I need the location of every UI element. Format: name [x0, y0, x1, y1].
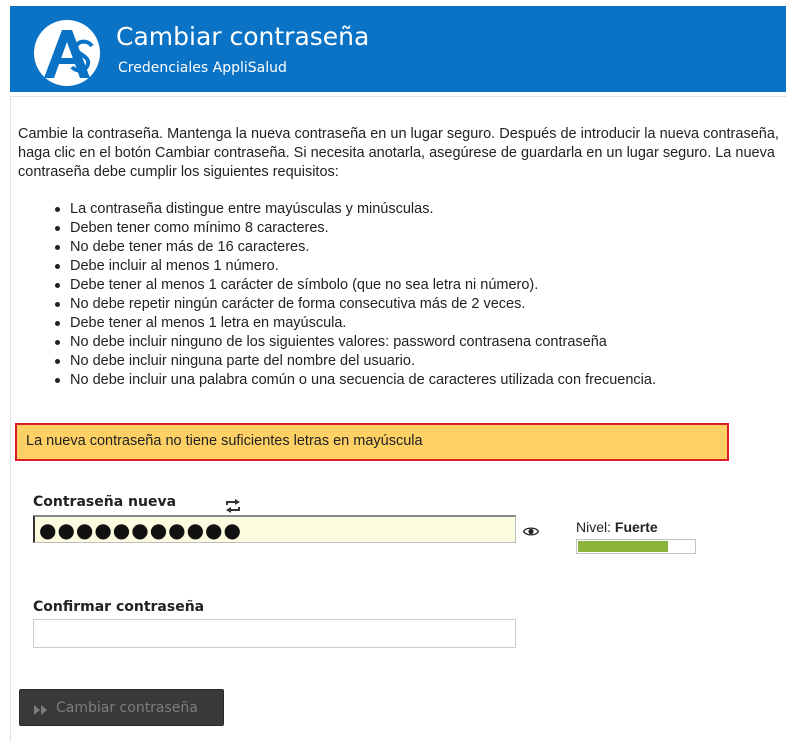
requirement-item: No debe incluir una palabra común o una … [52, 371, 656, 390]
refresh-icon[interactable] [225, 499, 241, 513]
requirement-item: Debe incluir al menos 1 número. [52, 257, 656, 276]
error-alert: La nueva contraseña no tiene suficientes… [15, 423, 729, 461]
requirement-item: No debe tener más de 16 caracteres. [52, 238, 656, 257]
instructions-text: Cambie la contraseña. Mantenga la nueva … [18, 126, 779, 180]
strength-meter-fill [578, 541, 669, 552]
requirement-item: No debe incluir ninguno de los siguiente… [52, 333, 656, 352]
eye-icon[interactable] [522, 524, 540, 536]
confirm-password-input[interactable] [33, 619, 516, 648]
requirement-item: Deben tener como mínimo 8 caracteres. [52, 219, 656, 238]
change-password-button[interactable]: Cambiar contraseña [19, 689, 224, 726]
strength-meter [576, 539, 696, 554]
requirements-list: La contraseña distingue entre mayúsculas… [52, 200, 656, 390]
new-password-label: Contraseña nueva [33, 494, 177, 510]
strength-indicator: Nivel: Fuerte [576, 519, 658, 535]
requirement-item: No debe incluir ninguna parte del nombre… [52, 352, 656, 371]
strength-label: Nivel: [576, 519, 612, 535]
change-password-button-label: Cambiar contraseña [56, 699, 198, 716]
new-password-input[interactable] [33, 515, 516, 543]
strength-value: Fuerte [614, 519, 658, 535]
requirement-item: No debe repetir ningún carácter de forma… [52, 295, 656, 314]
double-chevron-right-icon [34, 703, 48, 715]
page-subtitle: Credenciales AppliSalud [118, 60, 287, 76]
confirm-password-label: Confirmar contraseña [33, 599, 205, 615]
requirement-item: La contraseña distingue entre mayúsculas… [52, 200, 656, 219]
page-title: Cambiar contraseña [116, 22, 370, 51]
header-banner: Cambiar contraseña Credenciales AppliSal… [10, 6, 786, 92]
requirement-item: Debe tener al menos 1 carácter de símbol… [52, 276, 656, 295]
applisalud-logo-icon [34, 20, 100, 86]
requirement-item: Debe tener al menos 1 letra en mayúscula… [52, 314, 656, 333]
